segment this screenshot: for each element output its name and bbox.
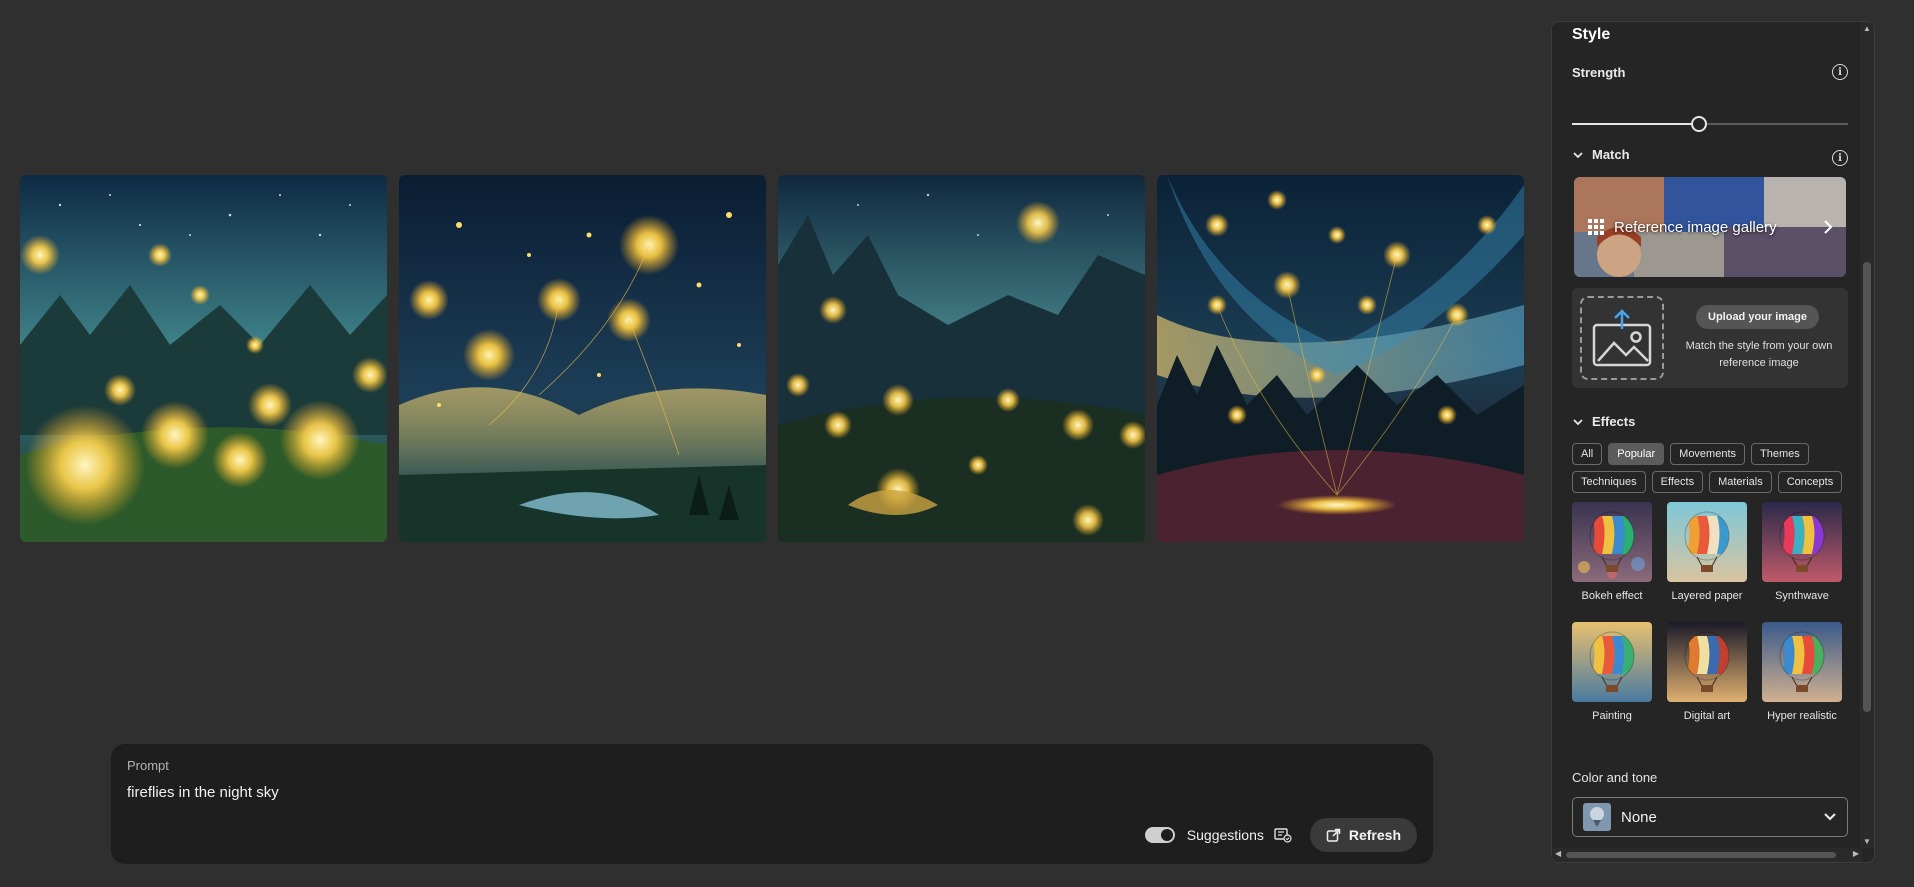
- effect-painting[interactable]: Painting: [1572, 622, 1652, 722]
- panel-vertical-scrollbar[interactable]: ▲ ▼: [1860, 22, 1874, 848]
- effect-tab-themes[interactable]: Themes: [1751, 443, 1809, 465]
- strength-slider[interactable]: [1572, 114, 1848, 134]
- prompt-label: Prompt: [127, 758, 169, 773]
- strength-info-icon[interactable]: i: [1832, 64, 1848, 80]
- effect-thumbnail: [1762, 622, 1842, 702]
- color-tone-value: None: [1621, 808, 1657, 826]
- effect-hyper-realistic[interactable]: Hyper realistic: [1762, 622, 1842, 722]
- upload-description: Match the style from your own reference …: [1685, 340, 1833, 369]
- effect-label: Hyper realistic: [1767, 710, 1837, 722]
- effect-label: Synthwave: [1775, 590, 1829, 602]
- effect-layered-paper[interactable]: Layered paper: [1667, 502, 1747, 602]
- refresh-icon: [1326, 828, 1341, 842]
- upload-reference-box: Upload your image Match the style from y…: [1572, 288, 1848, 388]
- match-label: Match: [1592, 147, 1630, 162]
- generated-image-4[interactable]: [1157, 175, 1524, 542]
- effect-tabs-row-1: All Popular Movements Themes: [1572, 443, 1848, 465]
- chevron-right-icon: [1824, 220, 1833, 234]
- effect-synthwave[interactable]: Synthwave: [1762, 502, 1842, 602]
- refresh-label: Refresh: [1348, 827, 1401, 843]
- effect-tab-materials[interactable]: Materials: [1709, 471, 1772, 493]
- effect-digital-art[interactable]: Digital art: [1667, 622, 1747, 722]
- effect-label: Painting: [1592, 710, 1632, 722]
- color-tone-label: Color and tone: [1572, 770, 1658, 785]
- effects-grid: Bokeh effect Layered paper Synthwave Pai…: [1572, 502, 1854, 722]
- effect-label: Digital art: [1683, 710, 1731, 722]
- chevron-down-icon: [1573, 151, 1583, 158]
- effects-section-toggle[interactable]: Effects: [1572, 414, 1635, 429]
- effect-tabs-row-2: Techniques Effects Materials Concepts: [1572, 471, 1848, 493]
- upload-image-button[interactable]: Upload your image: [1696, 305, 1820, 329]
- effect-tab-movements[interactable]: Movements: [1670, 443, 1746, 465]
- effect-thumbnail: [1572, 622, 1652, 702]
- match-section-toggle[interactable]: Match: [1572, 147, 1630, 162]
- color-tone-swatch: [1583, 803, 1611, 831]
- suggestions-settings-icon[interactable]: [1274, 827, 1292, 843]
- effect-label: Layered paper: [1671, 590, 1743, 602]
- effect-tab-effects[interactable]: Effects: [1651, 471, 1704, 493]
- effect-tab-techniques[interactable]: Techniques: [1572, 471, 1646, 493]
- effect-bokeh-effect[interactable]: Bokeh effect: [1572, 502, 1652, 602]
- prompt-input[interactable]: fireflies in the night sky: [127, 784, 279, 801]
- prompt-bar[interactable]: Prompt fireflies in the night sky Sugges…: [111, 744, 1433, 864]
- refresh-button[interactable]: Refresh: [1309, 818, 1417, 852]
- effect-thumbnail: [1762, 502, 1842, 582]
- grid-icon: [1588, 219, 1604, 235]
- suggestions-toggle[interactable]: [1144, 827, 1175, 843]
- reference-gallery-button[interactable]: Reference image gallery: [1574, 177, 1846, 277]
- effect-tab-all[interactable]: All: [1572, 443, 1603, 465]
- generated-image-1[interactable]: [20, 175, 387, 542]
- effect-tab-popular[interactable]: Popular: [1608, 443, 1665, 465]
- chevron-down-icon: [1573, 418, 1583, 425]
- suggestions-label: Suggestions: [1186, 827, 1264, 843]
- strength-label: Strength: [1572, 64, 1626, 80]
- reference-gallery-label: Reference image gallery: [1614, 218, 1777, 236]
- generated-image-3[interactable]: [778, 175, 1145, 542]
- upload-dropzone[interactable]: [1580, 296, 1664, 380]
- panel-horizontal-scrollbar[interactable]: ◀ ▶: [1552, 848, 1862, 862]
- prompt-actions: Suggestions Refresh: [1144, 818, 1417, 852]
- effect-thumbnail: [1667, 622, 1747, 702]
- chevron-down-icon: [1824, 813, 1836, 821]
- strength-row: Strength i: [1572, 64, 1848, 80]
- color-tone-dropdown[interactable]: None: [1572, 797, 1848, 837]
- image-grid: [20, 175, 1524, 542]
- effects-label: Effects: [1592, 414, 1636, 429]
- generated-image-2[interactable]: [399, 175, 766, 542]
- effect-thumbnail: [1572, 502, 1652, 582]
- style-panel: Style Strength i Match i Reference image…: [1551, 21, 1875, 863]
- effect-thumbnail: [1667, 502, 1747, 582]
- image-upload-icon: [1592, 309, 1652, 367]
- effect-label: Bokeh effect: [1581, 590, 1643, 602]
- match-info-icon[interactable]: i: [1832, 150, 1848, 166]
- strength-slider-thumb[interactable]: [1690, 116, 1707, 132]
- panel-title: Style: [1572, 26, 1611, 43]
- effect-tab-concepts[interactable]: Concepts: [1777, 471, 1843, 493]
